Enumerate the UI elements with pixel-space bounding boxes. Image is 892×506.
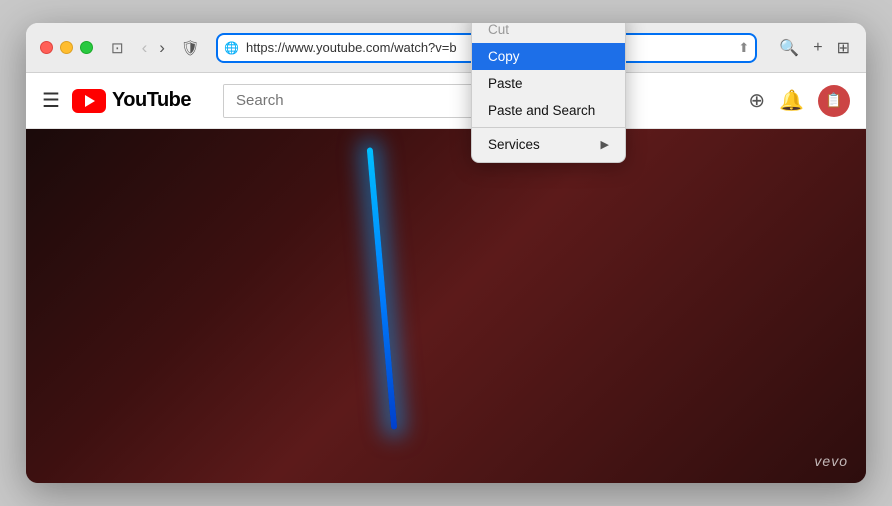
submenu-arrow-icon: ▶ <box>601 138 609 151</box>
yt-create-icon[interactable]: ⊕ <box>748 88 765 113</box>
title-bar: ⊡ ‹ › 🛡 🌐 ⬆ Cut Copy Paste Pas <box>26 23 866 73</box>
nav-arrows: ‹ › <box>138 36 169 60</box>
context-menu-paste-search[interactable]: Paste and Search <box>472 97 625 124</box>
context-menu-cut[interactable]: Cut <box>472 23 625 43</box>
context-menu: Cut Copy Paste Paste and Search Services… <box>471 23 626 163</box>
yt-avatar[interactable]: 📋 <box>818 85 850 117</box>
maximize-button[interactable] <box>80 41 93 54</box>
context-menu-copy[interactable]: Copy <box>472 43 625 70</box>
youtube-logo[interactable]: YouTube <box>72 89 191 113</box>
yt-logo-icon <box>72 89 106 113</box>
globe-icon: 🌐 <box>224 41 239 55</box>
forward-button[interactable]: › <box>155 36 169 60</box>
context-menu-paste[interactable]: Paste <box>472 70 625 97</box>
search-toolbar-button[interactable]: 🔍 <box>777 36 801 60</box>
toolbar-actions: 🔍 + ⊞ <box>777 36 852 60</box>
share-icon[interactable]: ⬆ <box>738 40 749 56</box>
close-button[interactable] <box>40 41 53 54</box>
yt-right-icons: ⊕ 🔔 📋 <box>740 85 850 117</box>
yt-logo-text: YouTube <box>112 89 191 112</box>
sidebar-toggle-icon[interactable]: ⊡ <box>111 39 124 57</box>
context-menu-separator <box>472 127 625 128</box>
minimize-button[interactable] <box>60 41 73 54</box>
grid-view-button[interactable]: ⊞ <box>835 36 852 60</box>
video-content-area: vevo <box>26 129 866 483</box>
yt-menu-icon[interactable]: ☰ <box>42 88 60 113</box>
blue-light-effect <box>366 147 397 430</box>
back-button[interactable]: ‹ <box>138 36 152 60</box>
youtube-navbar: ☰ YouTube 🔍 ⊕ 🔔 📋 <box>26 73 866 129</box>
context-menu-services[interactable]: Services ▶ <box>472 131 625 158</box>
video-background: vevo <box>26 129 866 483</box>
address-bar-container: 🌐 ⬆ Cut Copy Paste Paste and Search <box>216 33 757 63</box>
yt-notification-icon[interactable]: 🔔 <box>779 88 804 113</box>
add-tab-button[interactable]: + <box>811 37 824 59</box>
shield-icon: 🛡 <box>181 39 200 57</box>
browser-window: ⊡ ‹ › 🛡 🌐 ⬆ Cut Copy Paste Pas <box>26 23 866 483</box>
vevo-watermark: vevo <box>814 453 848 469</box>
traffic-lights <box>40 41 93 54</box>
